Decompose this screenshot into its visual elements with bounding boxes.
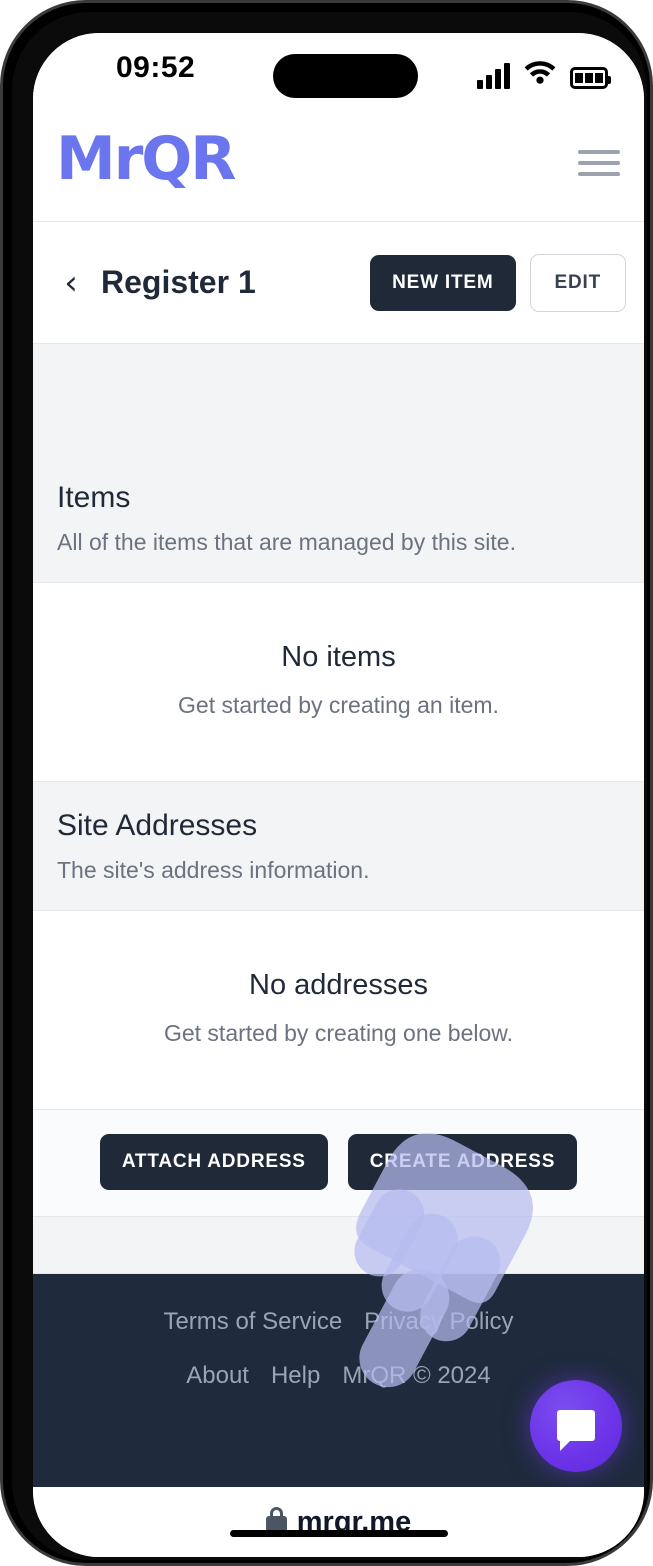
browser-url-bar[interactable]: mrqr.me [33, 1487, 644, 1557]
hamburger-menu-icon[interactable] [578, 147, 620, 179]
web-page-content: MrQR ‹ Register 1 NEW ITEM EDIT Items Al… [33, 105, 644, 1487]
status-bar: 09:52 [33, 33, 644, 105]
help-link[interactable]: Help [271, 1362, 320, 1390]
items-empty-subtitle: Get started by creating an item. [178, 691, 499, 718]
new-item-button[interactable]: NEW ITEM [370, 254, 516, 311]
status-bar-time: 09:52 [116, 51, 196, 84]
copyright-text: MrQR © 2024 [342, 1361, 491, 1389]
page-toolbar: ‹ Register 1 NEW ITEM EDIT [33, 222, 644, 344]
items-empty-title: No items [281, 640, 396, 673]
phone-screen: 09:52 MrQR ‹ Register 1 NEW ITEM EDIT It… [33, 33, 644, 1557]
chat-widget-button[interactable] [530, 1379, 622, 1472]
addresses-section-header: Site Addresses The site's address inform… [33, 781, 644, 911]
dynamic-island [273, 54, 418, 98]
site-footer: Terms of Service Privacy Policy About He… [33, 1273, 644, 1487]
addresses-empty-subtitle: Get started by creating one below. [163, 1019, 514, 1046]
about-link[interactable]: About [186, 1362, 249, 1390]
wifi-icon [524, 58, 556, 89]
items-empty-state: No items Get started by creating an item… [33, 582, 644, 782]
status-bar-icons [477, 55, 611, 89]
addresses-empty-title: No addresses [249, 968, 428, 1001]
chat-bubble-icon [557, 1410, 595, 1452]
toolbar-actions: NEW ITEM EDIT [370, 253, 626, 312]
edit-button[interactable]: EDIT [529, 253, 626, 312]
addresses-section-title: Site Addresses [57, 808, 258, 842]
footer-links-row-1: Terms of Service Privacy Policy [33, 1308, 644, 1336]
phone-bezel: 09:52 MrQR ‹ Register 1 NEW ITEM EDIT It… [12, 12, 647, 1560]
content-spacer [33, 1216, 644, 1274]
items-section-subtitle: All of the items that are managed by thi… [57, 529, 516, 555]
terms-of-service-link[interactable]: Terms of Service [163, 1308, 342, 1336]
address-actions-row: ATTACH ADDRESS CREATE ADDRESS [33, 1109, 644, 1217]
cellular-signal-icon [477, 63, 510, 89]
items-section-header: Items All of the items that are managed … [33, 344, 644, 583]
items-section-title: Items [57, 481, 131, 514]
addresses-empty-state: No addresses Get started by creating one… [33, 910, 644, 1110]
page-title: Register 1 [101, 264, 256, 300]
privacy-policy-link[interactable]: Privacy Policy [364, 1308, 513, 1336]
create-address-button[interactable]: CREATE ADDRESS [347, 1133, 578, 1190]
mrqr-logo[interactable]: MrQR [56, 129, 237, 189]
phone-frame: 09:52 MrQR ‹ Register 1 NEW ITEM EDIT It… [0, 0, 653, 1566]
home-indicator [229, 1530, 448, 1537]
addresses-section-subtitle: The site's address information. [57, 856, 370, 883]
attach-address-button[interactable]: ATTACH ADDRESS [99, 1133, 328, 1190]
site-header: MrQR [33, 105, 644, 222]
battery-icon [570, 67, 611, 89]
chevron-left-icon[interactable]: ‹ [51, 263, 91, 303]
